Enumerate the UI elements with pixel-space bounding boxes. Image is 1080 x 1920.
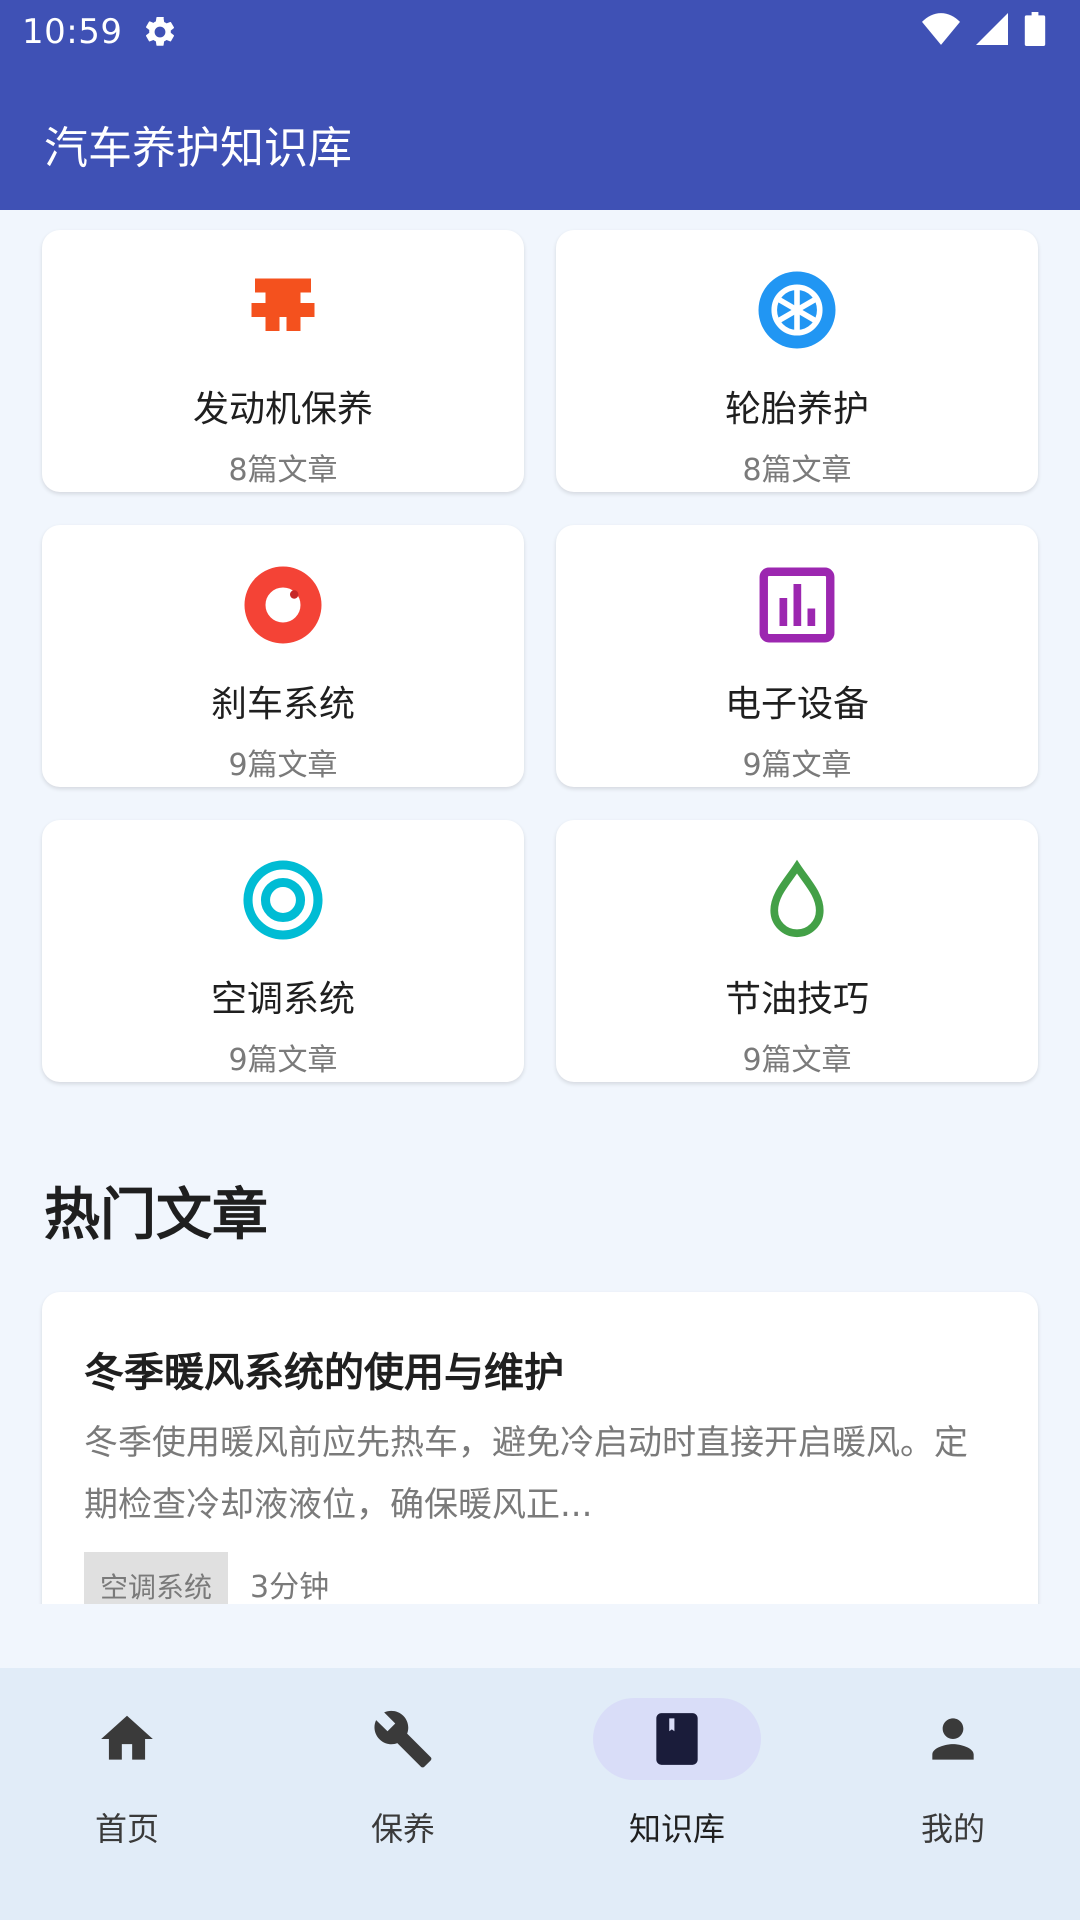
book-icon <box>656 1713 698 1765</box>
article-meta: 空调系统 3分钟 <box>84 1552 329 1604</box>
nav-item-profile[interactable]: 我的 <box>818 1698 1080 1858</box>
nav-item-home[interactable]: 首页 <box>0 1698 262 1858</box>
screen: 10:59 汽车养护知识库 发动机保养 8篇文章 轮胎养护 8篇文章 刹车系统 … <box>0 0 1080 1920</box>
category-count: 8篇文章 <box>228 453 338 488</box>
engine-icon <box>251 278 315 331</box>
nav-label: 我的 <box>920 1810 985 1848</box>
category-title: 空调系统 <box>210 979 355 1020</box>
status-bar: 10:59 <box>0 0 1080 62</box>
wifi-icon <box>922 13 960 45</box>
battery-icon <box>1024 12 1046 46</box>
drop-icon <box>770 859 824 938</box>
category-count: 9篇文章 <box>228 1043 338 1078</box>
category-title: 电子设备 <box>724 684 869 725</box>
category-card-electronics[interactable]: 电子设备 9篇文章 <box>556 525 1038 787</box>
article-title: 冬季暖风系统的使用与维护 <box>84 1350 564 1396</box>
category-grid: 发动机保养 8篇文章 轮胎养护 8篇文章 刹车系统 9篇文章 电子设备 9篇文章… <box>42 230 1038 1082</box>
tire-icon <box>758 271 836 349</box>
category-title: 刹车系统 <box>210 684 355 725</box>
settings-gear-icon <box>145 16 175 46</box>
category-title: 轮胎养护 <box>724 389 869 430</box>
ac-icon <box>243 860 323 940</box>
signal-icon <box>976 13 1008 45</box>
person-icon <box>932 1718 974 1760</box>
article-card[interactable]: 冬季暖风系统的使用与维护 冬季使用暖风前应先热车，避免冷启动时直接开启暖风。定期… <box>42 1292 1038 1604</box>
status-time: 10:59 <box>22 12 123 52</box>
category-card-tire[interactable]: 轮胎养护 8篇文章 <box>556 230 1038 492</box>
nav-label: 首页 <box>94 1810 159 1848</box>
category-count: 9篇文章 <box>228 748 338 783</box>
category-count: 9篇文章 <box>742 748 852 783</box>
knowledge-content[interactable]: 发动机保养 8篇文章 轮胎养护 8篇文章 刹车系统 9篇文章 电子设备 9篇文章… <box>0 210 1080 1604</box>
nav-label: 知识库 <box>628 1810 725 1848</box>
page-title: 汽车养护知识库 <box>44 123 352 174</box>
chart-icon <box>759 567 835 643</box>
category-count: 9篇文章 <box>742 1043 852 1078</box>
category-count: 8篇文章 <box>742 453 852 488</box>
nav-label: 保养 <box>370 1810 435 1848</box>
article-tag: 空调系统 <box>84 1552 229 1604</box>
category-card-brake[interactable]: 刹车系统 9篇文章 <box>42 525 524 787</box>
article-read-time: 3分钟 <box>250 1570 330 1604</box>
category-title: 节油技巧 <box>724 979 869 1020</box>
section-title-hot-articles: 热门文章 <box>44 1183 268 1248</box>
nav-item-knowledge[interactable]: 知识库 <box>542 1698 812 1858</box>
category-card-fuel[interactable]: 节油技巧 9篇文章 <box>556 820 1038 1082</box>
bottom-navigation: 首页 保养 知识库 我的 <box>0 1668 1080 1920</box>
category-title: 发动机保养 <box>192 389 373 430</box>
article-excerpt: 冬季使用暖风前应先热车，避免冷启动时直接开启暖风。定期检查冷却液液位，确保暖风正… <box>84 1423 968 1525</box>
wrench-icon <box>374 1710 432 1768</box>
app-bar: 汽车养护知识库 <box>0 62 1080 210</box>
status-icons <box>922 12 1046 46</box>
nav-item-maintenance[interactable]: 保养 <box>268 1698 538 1858</box>
home-icon <box>101 1715 153 1760</box>
brake-icon <box>244 566 322 644</box>
category-card-engine[interactable]: 发动机保养 8篇文章 <box>42 230 524 492</box>
category-card-ac[interactable]: 空调系统 9篇文章 <box>42 820 524 1082</box>
